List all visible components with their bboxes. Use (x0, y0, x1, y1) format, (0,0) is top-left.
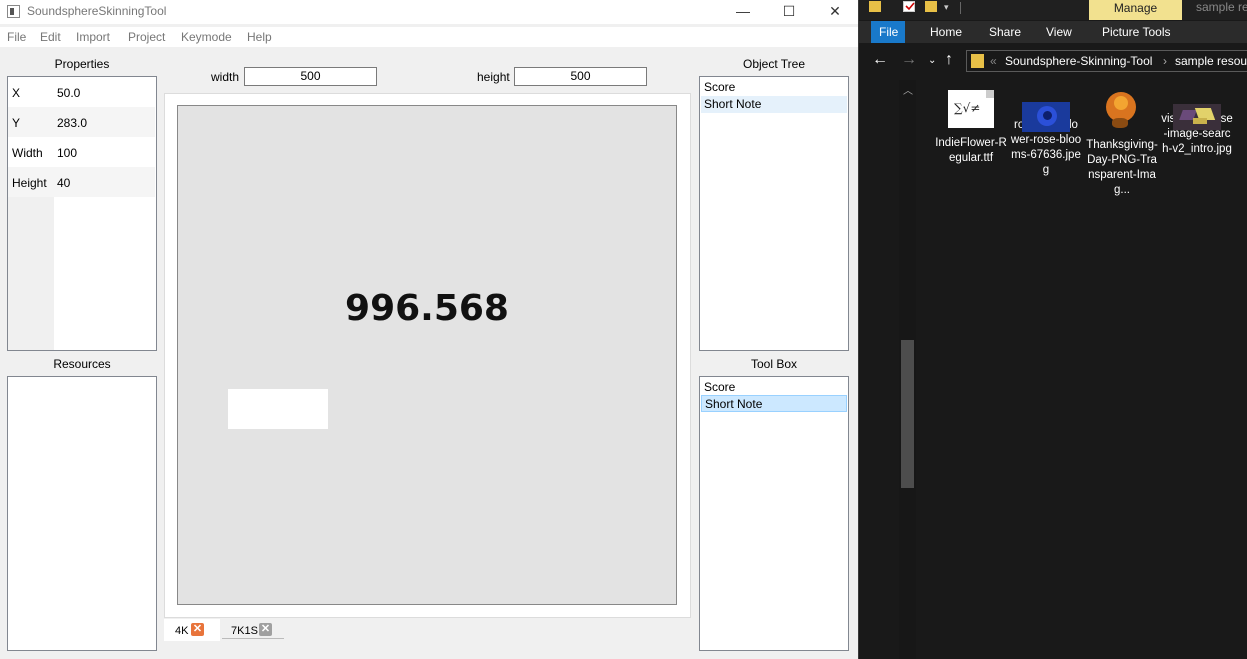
property-key: X (12, 86, 21, 100)
breadcrumb-item[interactable]: Soundsphere-Skinning-Tool (1005, 54, 1152, 68)
ribbon-tab-view[interactable]: View (1046, 25, 1072, 39)
tab-label: 4K (175, 625, 189, 637)
folder-icon (971, 54, 984, 68)
image-thumbnail-turkey (1098, 90, 1146, 130)
tool-box-item-score[interactable]: Score (701, 379, 847, 396)
property-row-width[interactable]: Width 100 (8, 137, 155, 167)
menu-import[interactable]: Import (76, 30, 110, 44)
resources-title: Resources (53, 357, 111, 371)
property-value[interactable]: 100 (57, 146, 77, 160)
maximize-button[interactable]: ☐ (766, 0, 812, 24)
property-row-height[interactable]: Height 40 (8, 167, 155, 197)
ribbon-tab-home[interactable]: Home (930, 25, 962, 39)
width-input[interactable]: 500 (244, 67, 377, 86)
short-note-element[interactable] (228, 389, 328, 429)
app-icon (7, 5, 20, 18)
properties-check-icon[interactable] (903, 1, 915, 12)
file-item[interactable]: visual-reverse-image-search-v2_intro.jpg (1161, 90, 1233, 157)
address-bar[interactable]: « Soundsphere-Skinning-Tool › sample res… (966, 50, 1247, 72)
property-value[interactable]: 283.0 (57, 116, 87, 130)
nav-pane-scrollbar[interactable]: ︿ (899, 80, 916, 659)
scroll-up-icon[interactable]: ︿ (903, 82, 913, 97)
properties-title: Properties (54, 57, 110, 71)
property-key: Height (12, 176, 47, 190)
folder-icon[interactable] (869, 1, 881, 12)
tab-close-icon[interactable]: ✕ (191, 623, 204, 636)
tab-close-icon[interactable]: ✕ (259, 623, 272, 636)
ribbon-tab-manage[interactable]: Manage (1089, 0, 1182, 20)
tool-box-title: Tool Box (750, 357, 798, 371)
object-tree-list: Score Short Note (699, 76, 849, 351)
recent-locations-chevron-icon[interactable]: ⌄ (928, 55, 936, 66)
property-key: Width (12, 146, 43, 160)
tool-box-list: Score Short Note (699, 376, 849, 651)
file-name: IndieFlower-Regular.ttf (935, 137, 1007, 164)
menu-bar: File Edit Import Project Keymode Help (0, 27, 858, 47)
resources-list[interactable] (7, 376, 157, 651)
back-arrow-icon[interactable]: ← (872, 51, 888, 69)
height-label: height (477, 70, 510, 84)
skinning-tool-window: SoundsphereSkinningTool — ☐ ✕ File Edit … (0, 0, 858, 659)
close-button[interactable]: ✕ (812, 0, 858, 24)
menu-project[interactable]: Project (128, 30, 165, 44)
property-value[interactable]: 40 (57, 176, 70, 190)
up-arrow-icon[interactable]: ↑ (945, 51, 953, 69)
object-tree-title: Object Tree (742, 57, 806, 71)
breadcrumb-chevron-icon[interactable]: › (1163, 54, 1167, 68)
object-tree-item-score[interactable]: Score (701, 79, 847, 96)
tab-label: 7K1S (231, 625, 258, 637)
file-name: Thanksgiving-Day-PNG-Transparent-Imag... (1086, 139, 1158, 196)
title-bar: SoundsphereSkinningTool — ☐ ✕ (0, 0, 858, 24)
object-tree-item-short-note[interactable]: Short Note (701, 96, 847, 113)
ribbon-tabs: File Home Share View Picture Tools (859, 21, 1247, 43)
menu-edit[interactable]: Edit (40, 30, 61, 44)
height-input[interactable]: 500 (514, 67, 647, 86)
window-title: SoundsphereSkinningTool (27, 4, 167, 18)
minimize-button[interactable]: — (720, 0, 766, 24)
scrollbar-thumb[interactable] (901, 340, 914, 488)
navigation-bar: ← → ⌄ ↑ « Soundsphere-Skinning-Tool › sa… (859, 47, 1247, 75)
file-item[interactable]: Thanksgiving-Day-PNG-Transparent-Imag... (1086, 90, 1158, 198)
score-element[interactable]: 996.568 (178, 288, 676, 329)
ribbon-tab-share[interactable]: Share (989, 25, 1021, 39)
property-value[interactable]: 50.0 (57, 86, 80, 100)
menu-keymode[interactable]: Keymode (181, 30, 232, 44)
menu-file[interactable]: File (7, 30, 26, 44)
separator (960, 2, 961, 14)
menu-help[interactable]: Help (247, 30, 272, 44)
address-overflow[interactable]: « (990, 54, 997, 68)
property-key: Y (12, 116, 21, 130)
ribbon-tab-picture-tools[interactable]: Picture Tools (1102, 25, 1170, 39)
image-thumbnail-butterfly (1173, 104, 1221, 130)
file-item[interactable]: ∑√≠ IndieFlower-Regular.ttf (935, 90, 1007, 166)
new-folder-icon[interactable] (925, 1, 937, 12)
property-row-y[interactable]: Y 283.0 (8, 107, 155, 137)
breadcrumb-item[interactable]: sample resour (1175, 54, 1247, 68)
tab-4k[interactable]: 4K ✕ (164, 619, 220, 641)
tab-7k1s[interactable]: 7K1S ✕ (222, 619, 284, 641)
width-label: width (211, 70, 240, 84)
properties-table: X 50.0 Y 283.0 Width 100 Height 40 (7, 76, 157, 351)
skin-canvas[interactable]: 996.568 (177, 105, 677, 605)
explorer-title-bar: ▾ Manage sample re (859, 0, 1247, 20)
ribbon-tab-file[interactable]: File (879, 25, 898, 39)
forward-arrow-icon[interactable]: → (901, 51, 917, 69)
property-row-x[interactable]: X 50.0 (8, 77, 155, 107)
file-explorer-window: ▾ Manage sample re File Home Share View … (858, 0, 1247, 659)
file-item[interactable]: rose-blue-flower-rose-blooms-67636.jpeg (1010, 90, 1082, 178)
tool-box-item-short-note[interactable]: Short Note (701, 395, 847, 412)
image-thumbnail-blue-rose (1022, 102, 1070, 132)
font-file-icon: ∑√≠ (948, 90, 994, 128)
quick-access-dropdown-icon[interactable]: ▾ (944, 2, 949, 13)
explorer-window-title: sample re (1196, 0, 1247, 14)
